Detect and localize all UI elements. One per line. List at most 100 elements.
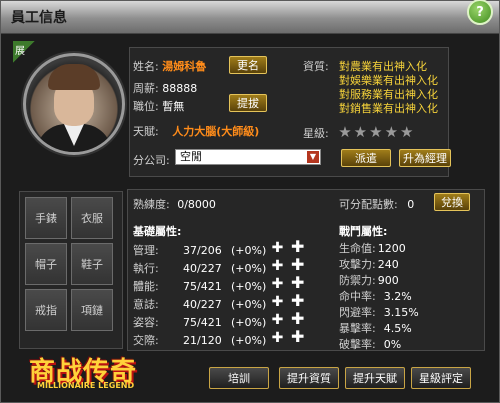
star-icon: ★	[369, 123, 383, 141]
battle-stat-name: 破擊率:	[339, 338, 376, 351]
proficiency-label: 熟練度:	[133, 198, 170, 211]
stat-value: 21/120	[183, 334, 222, 347]
qualification-label-row: 資質:	[303, 58, 329, 74]
plus-icon[interactable]: ✚	[271, 313, 284, 327]
battle-stat-name: 命中率:	[339, 290, 376, 303]
salary-value: 88888	[162, 82, 198, 95]
improve-qualification-button[interactable]: 提升資質	[279, 367, 339, 389]
battle-stat-row: 命中率: 3.2%	[339, 288, 412, 304]
battle-stat-row: 暴擊率: 4.5%	[339, 320, 412, 336]
plus-icon[interactable]: ✚	[271, 331, 284, 345]
stat-name: 交際:	[133, 334, 159, 347]
star-icon: ★	[384, 123, 399, 141]
qualification-item: 對銷售業有出神入化	[339, 102, 438, 115]
dispatch-button[interactable]: 派遣	[341, 149, 391, 167]
improve-talent-button[interactable]: 提升天賦	[345, 367, 405, 389]
branch-select-value: 空閒	[180, 150, 202, 163]
stat-value: 75/421	[183, 280, 222, 293]
points-value: 0	[407, 198, 415, 211]
equip-slot-watch[interactable]: 手錶	[25, 197, 67, 239]
star-rating-button[interactable]: 星級評定	[411, 367, 471, 389]
plus-many-icon[interactable]: ✚	[291, 275, 304, 291]
battle-stat-name: 閃避率:	[339, 306, 376, 319]
salary-row: 周薪: 88888	[133, 80, 197, 96]
plus-icon[interactable]: ✚	[271, 295, 284, 309]
battle-stat-name: 暴擊率:	[339, 322, 376, 335]
plus-many-icon[interactable]: ✚	[291, 239, 304, 255]
stat-bonus: (+0%)	[231, 334, 267, 347]
basic-stat-row: 管理: 37/206 (+0%)	[133, 242, 266, 258]
avatar-hair	[48, 64, 100, 90]
stat-name: 管理:	[133, 244, 159, 257]
expand-tag-label: 展	[15, 46, 25, 57]
plus-many-icon[interactable]: ✚	[291, 257, 304, 273]
star-icon: ★	[400, 123, 414, 141]
basic-stat-row: 意誌: 40/227 (+0%)	[133, 296, 266, 312]
rename-button[interactable]: 更名	[229, 56, 267, 74]
stat-name: 體能:	[133, 280, 159, 293]
equip-slot-ring[interactable]: 戒指	[25, 289, 67, 331]
dropdown-arrow-icon[interactable]: ▼	[307, 151, 319, 163]
window-title: 員工信息	[11, 10, 67, 26]
promote-button[interactable]: 提拔	[229, 94, 267, 112]
exchange-button[interactable]: 兌換	[434, 193, 470, 211]
stat-value: 40/227	[183, 298, 222, 311]
title-bar: 員工信息	[1, 1, 499, 34]
points-label: 可分配點數:	[339, 198, 398, 211]
equip-slot-clothes[interactable]: 衣服	[71, 197, 113, 239]
stat-name: 意誌:	[133, 298, 159, 311]
name-value: 湯姆科魯	[162, 60, 207, 73]
name-label: 姓名:	[133, 60, 159, 73]
basic-stat-row: 姿容: 75/421 (+0%)	[133, 314, 266, 330]
stat-value: 40/227	[183, 262, 222, 275]
train-button[interactable]: 培訓	[209, 367, 269, 389]
stat-bonus: (+0%)	[231, 262, 267, 275]
expand-tag[interactable]: 展	[13, 41, 35, 63]
battle-stat-value: 0%	[383, 338, 402, 351]
battle-stat-value: 1200	[377, 242, 406, 255]
star-icon: ★	[353, 123, 368, 141]
game-logo: 商战传奇 MILLIONAIRE LEGEND	[29, 351, 169, 395]
basic-stat-row: 交際: 21/120 (+0%)	[133, 332, 266, 348]
name-row: 姓名: 湯姆科魯	[133, 58, 206, 74]
position-row: 職位: 暫無	[133, 98, 184, 114]
branch-row: 分公司:	[133, 152, 170, 168]
stat-bonus: (+0%)	[231, 280, 267, 293]
basic-attributes-title: 基礎屬性:	[133, 225, 182, 238]
plus-icon[interactable]: ✚	[271, 259, 284, 273]
equip-slot-necklace[interactable]: 項鏈	[71, 289, 113, 331]
proficiency-value: 0/8000	[177, 198, 216, 211]
plus-many-icon[interactable]: ✚	[291, 293, 304, 309]
qualification-label: 資質:	[303, 60, 329, 73]
battle-stat-name: 生命值:	[339, 242, 376, 255]
battle-stat-value: 240	[377, 258, 399, 271]
branch-select[interactable]: 空閒 ▼	[175, 149, 321, 165]
equip-slot-hat[interactable]: 帽子	[25, 243, 67, 285]
portrait-area: 展	[13, 41, 125, 176]
plus-icon[interactable]: ✚	[271, 241, 284, 255]
battle-stat-row: 攻擊力: 240	[339, 256, 399, 272]
stat-bonus: (+0%)	[231, 316, 267, 329]
battle-stat-row: 生命值: 1200	[339, 240, 406, 256]
promote-manager-button[interactable]: 升為經理	[399, 149, 451, 167]
plus-many-icon[interactable]: ✚	[291, 311, 304, 327]
proficiency-row: 熟練度: 0/8000	[133, 196, 216, 212]
help-button[interactable]: ?	[467, 0, 493, 25]
star-label: 星級:	[303, 127, 329, 140]
stat-name: 姿容:	[133, 316, 159, 329]
stat-name: 執行:	[133, 262, 159, 275]
plus-many-icon[interactable]: ✚	[291, 329, 304, 345]
talent-row: 天賦: 人力大腦(大師級)	[133, 123, 259, 139]
battle-stat-value: 3.15%	[383, 306, 419, 319]
salary-label: 周薪:	[133, 82, 159, 95]
plus-icon[interactable]: ✚	[271, 277, 284, 291]
position-value: 暫無	[162, 100, 185, 113]
battle-attributes-title: 戰鬥屬性:	[339, 225, 388, 238]
equip-slot-shoes[interactable]: 鞋子	[71, 243, 113, 285]
employee-info-window: 員工信息 ? 展 姓名: 湯姆科魯 更名 周薪: 88888 職位: 暫無 提拔…	[0, 0, 500, 403]
battle-stat-row: 閃避率: 3.15%	[339, 304, 419, 320]
points-row: 可分配點數: 0	[339, 196, 414, 212]
basic-stat-row: 體能: 75/421 (+0%)	[133, 278, 266, 294]
stat-value: 37/206	[183, 244, 222, 257]
stat-bonus: (+0%)	[231, 298, 267, 311]
